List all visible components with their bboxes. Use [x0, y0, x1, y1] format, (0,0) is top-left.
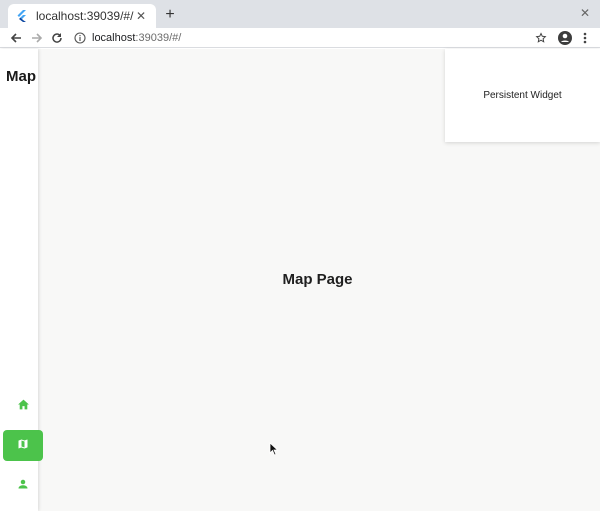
- reload-icon[interactable]: [49, 30, 65, 46]
- home-icon: [17, 397, 30, 415]
- map-icon: [17, 437, 29, 455]
- address-bar[interactable]: localhost:39039/#/: [70, 29, 554, 47]
- url-host: localhost: [92, 32, 136, 44]
- rail-title: Map: [6, 68, 36, 85]
- star-icon[interactable]: [533, 30, 549, 46]
- browser-toolbar: localhost:39039/#/: [0, 28, 600, 48]
- app-viewport: Map Map Page Persistent Widget: [0, 49, 600, 511]
- persistent-widget-label: Persistent Widget: [483, 90, 562, 101]
- browser-tab-strip: localhost:39039/#/ ✕ + ✕: [0, 0, 600, 28]
- more-vert-icon[interactable]: [577, 30, 593, 46]
- account-icon[interactable]: [557, 30, 573, 46]
- close-icon[interactable]: ✕: [580, 6, 590, 20]
- nav-item-profile[interactable]: [3, 470, 43, 501]
- nav-item-map[interactable]: [3, 430, 43, 461]
- navigation-rail: Map: [0, 49, 43, 511]
- plus-icon[interactable]: +: [162, 6, 178, 23]
- close-icon[interactable]: ✕: [134, 9, 148, 23]
- person-icon: [17, 477, 29, 495]
- flutter-icon: [16, 10, 28, 22]
- browser-tab[interactable]: localhost:39039/#/ ✕: [8, 4, 156, 28]
- tab-title: localhost:39039/#/: [36, 9, 134, 23]
- forward-arrow-icon[interactable]: [29, 30, 45, 46]
- info-icon[interactable]: [74, 32, 86, 44]
- persistent-widget: Persistent Widget: [445, 49, 600, 142]
- url-path: :39039/#/: [135, 32, 182, 44]
- page-title: Map Page: [282, 271, 353, 288]
- back-arrow-icon[interactable]: [8, 30, 24, 46]
- mouse-pointer-icon: [269, 442, 279, 456]
- nav-item-home[interactable]: [3, 390, 43, 421]
